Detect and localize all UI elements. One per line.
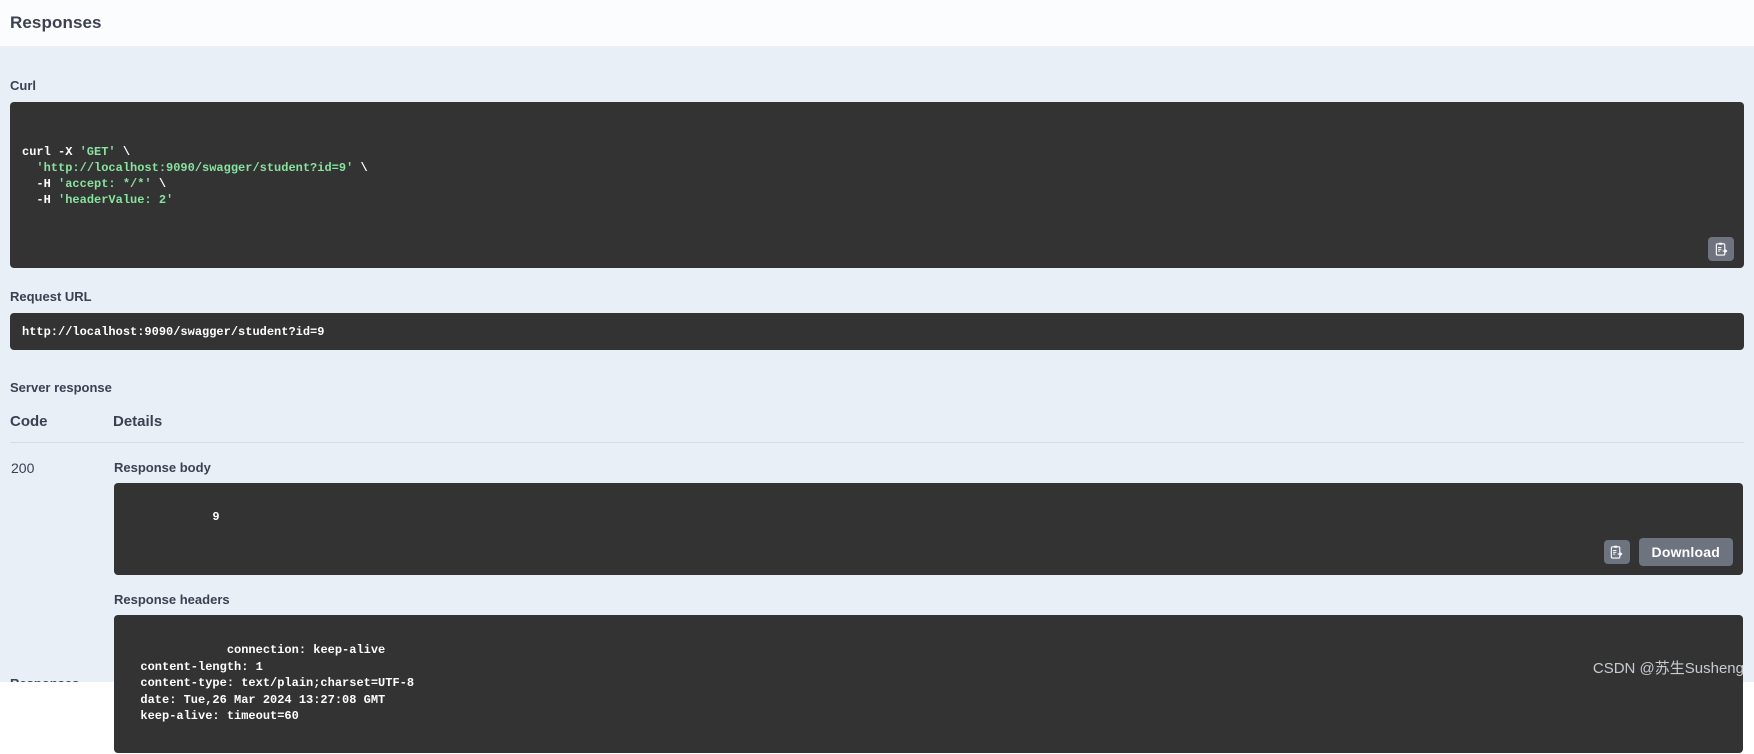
response-body-label: Response body [114,460,211,475]
column-header-details: Details [113,405,1744,443]
responses-header: Responses [0,0,1754,47]
curl-line: 'http://localhost:9090/swagger/student?i… [22,160,1732,176]
curl-line-continuation: \ [115,145,131,159]
request-url-block: http://localhost:9090/swagger/student?id… [10,313,1744,350]
curl-label: Curl [10,78,36,93]
response-body-actions: Download [1603,538,1733,566]
curl-line: -H 'accept: */*' \ [22,176,1732,192]
curl-line-string: 'http://localhost:9090/swagger/student?i… [36,161,354,175]
curl-line-plain [22,161,36,175]
table-header-row: Code Details [10,405,1744,443]
response-headers-value: connection: keep-alive content-length: 1… [140,643,415,724]
request-url-value: http://localhost:9090/swagger/student?id… [22,324,325,339]
curl-line-plain: curl -X [22,145,80,159]
server-response-table: Code Details 200 Response body 9 Downloa… [10,405,1744,754]
server-response-label: Server response [10,380,112,395]
next-section-label: Responses [10,677,79,682]
curl-line-plain: -H [22,177,59,191]
response-code-cell: 200 [10,443,113,754]
response-details-cell: Response body 9 Download Response header… [113,443,1744,754]
column-header-code: Code [10,405,113,443]
request-url-label: Request URL [10,289,92,304]
response-headers-label: Response headers [114,592,230,607]
curl-line: -H 'headerValue: 2' [22,192,1732,208]
copy-to-clipboard-icon[interactable] [1708,237,1734,261]
copy-to-clipboard-icon[interactable] [1603,540,1630,564]
curl-line-string: 'headerValue: 2' [58,193,174,207]
curl-code-block: curl -X 'GET' \ 'http://localhost:9090/s… [10,102,1744,268]
curl-line-continuation: \ [353,161,368,175]
response-body-block: 9 Download [114,483,1743,575]
response-panel: Curl curl -X 'GET' \ 'http://localhost:9… [0,47,1754,753]
curl-line-plain: -H [22,193,59,207]
curl-line-continuation: \ [151,177,167,191]
status-code: 200 [11,460,35,476]
response-headers-block: connection: keep-alive content-length: 1… [114,615,1743,753]
curl-command: curl -X 'GET' \ 'http://localhost:9090/s… [22,144,1732,208]
curl-line-string: 'accept: */*' [58,177,152,191]
page-title: Responses [10,13,102,32]
curl-line: curl -X 'GET' \ [22,144,1732,160]
curl-line-string: 'GET' [79,145,116,159]
response-body-value: 9 [212,510,220,524]
table-row: 200 Response body 9 Download Response he… [10,443,1744,754]
download-button[interactable]: Download [1638,538,1733,566]
